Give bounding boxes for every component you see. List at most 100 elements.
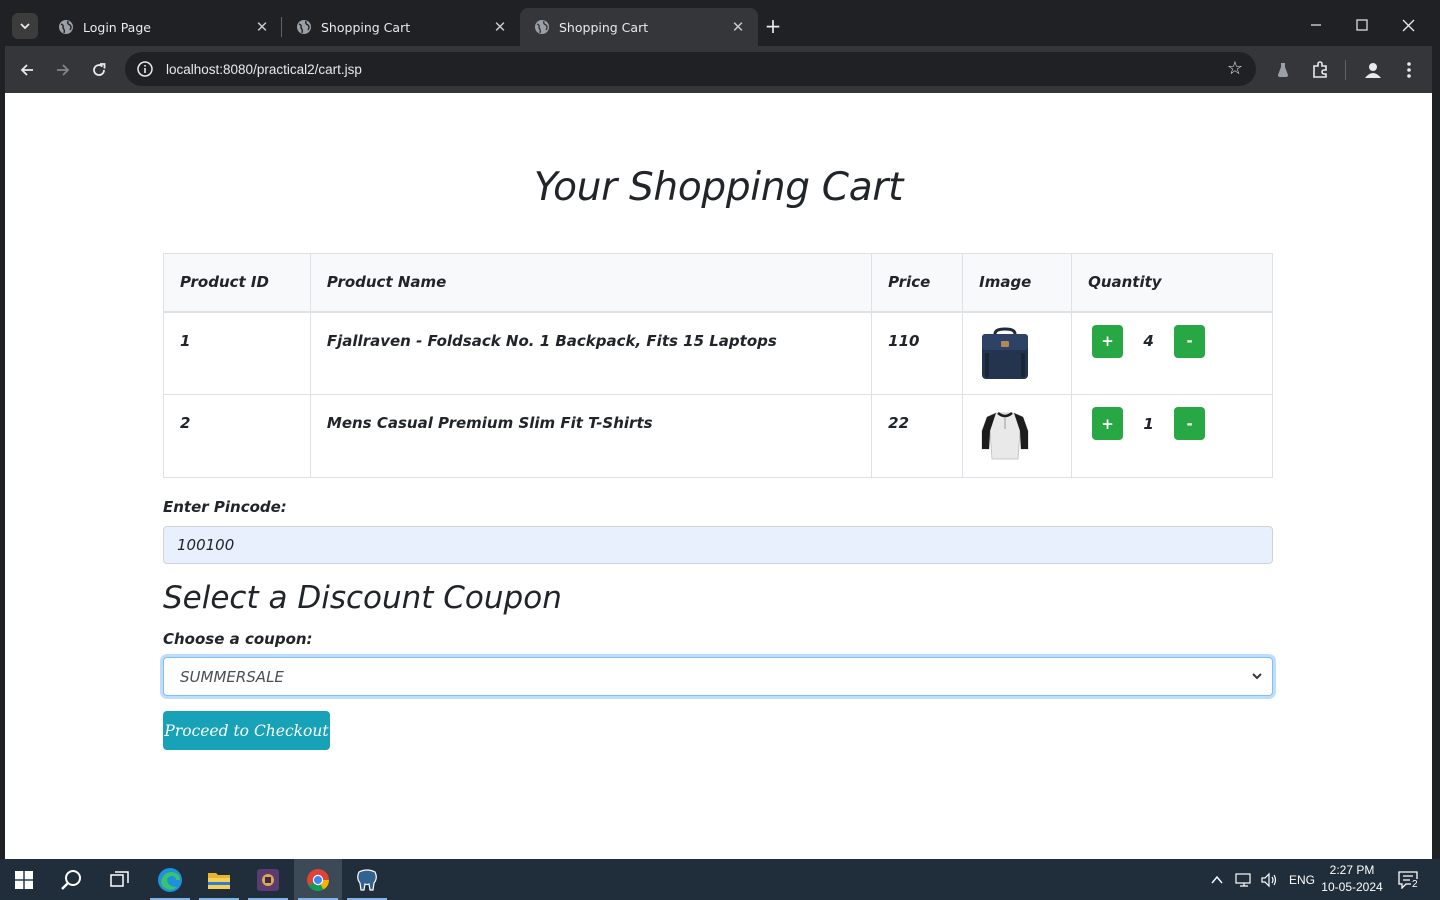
quantity-stepper: + 4 - (1092, 324, 1256, 358)
checkout-button[interactable]: Proceed to Checkout (163, 711, 330, 750)
avatar-icon (1365, 63, 1381, 78)
edge-icon (158, 867, 182, 892)
info-icon[interactable] (136, 60, 154, 78)
taskbar-file-explorer[interactable] (195, 859, 243, 900)
chevron-up-icon[interactable] (1210, 873, 1224, 887)
tab-search-button[interactable] (12, 13, 38, 39)
tab-shopping-cart[interactable]: Shopping Cart ✕ (282, 8, 520, 46)
tab-title: Login Page (83, 19, 151, 35)
toolbar-divider (1345, 60, 1346, 80)
folder-icon (208, 872, 230, 889)
table-header-row: Product ID Product Name Price Image Quan… (163, 253, 1273, 313)
product-image-cell (962, 311, 1073, 395)
header-image: Image (962, 253, 1073, 313)
address-bar[interactable]: localhost:8080/practical2/cart.jsp ☆ (125, 52, 1256, 86)
volume-icon[interactable] (1260, 872, 1278, 888)
page-title: Your Shopping Cart (533, 165, 904, 210)
flask-icon (1278, 63, 1288, 77)
cart-table: Product ID Product Name Price Image Quan… (163, 253, 1273, 478)
tab-shopping-cart-active[interactable]: Shopping Cart ✕ (520, 8, 758, 46)
maximize-button[interactable] (1342, 10, 1382, 40)
minimize-button[interactable] (1296, 10, 1336, 40)
bookmark-star-icon[interactable]: ☆ (1227, 58, 1243, 79)
extension-button[interactable] (1271, 58, 1295, 82)
maximize-icon (1356, 19, 1368, 31)
product-price: 110 (871, 311, 964, 395)
header-product-name: Product Name (309, 253, 873, 313)
puzzle-icon (1313, 61, 1327, 78)
system-tray: ENG (1210, 859, 1315, 900)
close-icon[interactable]: ✕ (730, 18, 746, 36)
pincode-value: 100100 (177, 536, 235, 554)
reload-icon (93, 63, 106, 76)
close-icon[interactable]: ✕ (492, 18, 508, 36)
clock[interactable]: 2:27 PM 10-05-2024 (1316, 862, 1388, 896)
search-button[interactable] (48, 859, 96, 900)
increase-quantity-button[interactable]: + (1092, 407, 1124, 440)
extensions-button[interactable] (1308, 58, 1332, 82)
globe-icon (59, 20, 73, 34)
header-price: Price (871, 253, 964, 313)
taskbar-postgresql[interactable] (343, 859, 391, 900)
forward-button[interactable] (49, 56, 77, 84)
browser-toolbar: localhost:8080/practical2/cart.jsp ☆ (5, 46, 1432, 93)
decrease-quantity-button[interactable]: - (1174, 324, 1206, 358)
product-name: Mens Casual Premium Slim Fit T-Shirts (309, 394, 873, 478)
tab-login-page[interactable]: Login Page ✕ (44, 8, 282, 46)
chevron-down-icon (1252, 673, 1262, 680)
taskbar-chrome[interactable] (294, 859, 342, 900)
coupon-select[interactable]: SUMMERSALE (163, 657, 1273, 696)
product-image-cell (962, 394, 1073, 478)
network-icon[interactable] (1235, 872, 1253, 888)
pincode-label: Enter Pincode: (163, 498, 287, 516)
product-price: 22 (871, 394, 964, 478)
profile-button[interactable] (1361, 58, 1385, 82)
increase-quantity-button[interactable]: + (1092, 324, 1124, 358)
notification-count-badge: 2 (1411, 878, 1419, 890)
close-icon[interactable]: ✕ (254, 18, 270, 36)
url-text: localhost:8080/practical2/cart.jsp (166, 61, 362, 77)
product-id: 2 (163, 394, 311, 478)
task-view-icon (110, 870, 129, 887)
browser-tabstrip: Login Page ✕ Shopping Cart ✕ Shopping Ca… (0, 0, 1440, 46)
minimize-icon (1311, 24, 1321, 26)
decrease-quantity-button[interactable]: - (1174, 407, 1206, 440)
arrow-left-icon (20, 64, 33, 76)
coupon-heading: Select a Discount Coupon (163, 580, 562, 616)
language-indicator[interactable]: ENG (1289, 873, 1315, 887)
close-icon (1402, 19, 1414, 31)
product-name: Fjallraven - Foldsack No. 1 Backpack, Fi… (309, 311, 873, 395)
clock-date: 10-05-2024 (1321, 880, 1383, 894)
elephant-icon (357, 868, 377, 891)
app-tool-icon (257, 868, 279, 891)
coupon-label: Choose a coupon: (163, 630, 313, 648)
taskbar: ENG 2:27 PM 10-05-2024 2 (0, 859, 1440, 900)
quantity-cell: + 4 - (1071, 311, 1273, 395)
arrow-right-icon (57, 64, 70, 76)
taskbar-edge[interactable] (146, 859, 194, 900)
quantity-cell: + 1 - (1071, 394, 1273, 478)
globe-icon (297, 20, 311, 34)
clock-time: 2:27 PM (1329, 863, 1375, 877)
task-view-button[interactable] (96, 859, 144, 900)
page-viewport: Your Shopping Cart Product ID Product Na… (5, 93, 1432, 859)
taskbar-app-tool[interactable] (244, 859, 292, 900)
header-quantity: Quantity (1071, 253, 1273, 313)
notification-center-button[interactable]: 2 (1398, 859, 1419, 900)
chrome-icon (307, 868, 329, 891)
search-icon (61, 869, 81, 890)
product-id: 1 (163, 311, 311, 395)
menu-button[interactable] (1397, 58, 1421, 82)
backpack-image (982, 326, 1029, 379)
back-button[interactable] (13, 56, 41, 84)
start-button[interactable] (0, 859, 48, 900)
pincode-input[interactable]: 100100 (163, 526, 1273, 564)
quantity-value: 4 (1143, 332, 1154, 350)
kebab-menu-icon (1407, 62, 1411, 78)
table-row: 2 Mens Casual Premium Slim Fit T-Shirts … (163, 394, 1273, 478)
reload-button[interactable] (85, 56, 113, 84)
windows-logo-icon (15, 870, 33, 889)
new-tab-button[interactable]: + (762, 15, 784, 37)
window-close-button[interactable] (1388, 10, 1428, 40)
table-row: 1 Fjallraven - Foldsack No. 1 Backpack, … (163, 311, 1273, 395)
